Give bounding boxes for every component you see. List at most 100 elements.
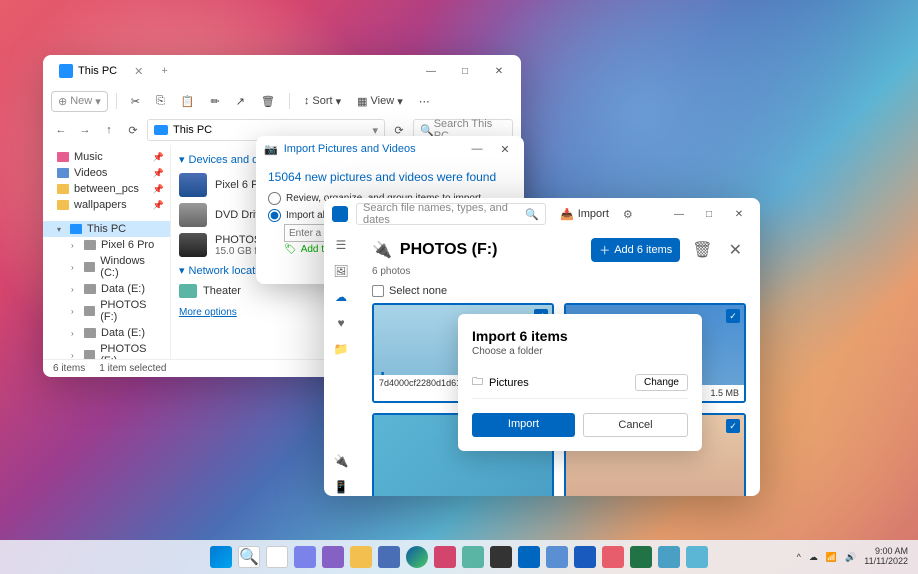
more-button[interactable]: ⋯ [413,92,436,111]
forward-button[interactable]: → [75,124,95,136]
new-tab-button[interactable]: + [161,65,167,77]
app-icon-8[interactable] [602,546,624,568]
start-button[interactable] [210,546,232,568]
nav-menu-icon[interactable]: ☰ [332,236,350,254]
close-button[interactable]: ✕ [485,61,513,81]
nav-folders-icon[interactable]: 📁 [332,340,350,358]
add-items-button[interactable]: ＋Add 6 items [591,238,680,262]
tray-chevron-icon[interactable]: ^ [797,552,801,562]
app-icon-4[interactable] [490,546,512,568]
app-icon-10[interactable] [658,546,680,568]
sidebar-item-photos-f[interactable]: ›PHOTOS (F:) [43,297,170,325]
music-icon [57,152,69,162]
photos-search[interactable]: Search file names, types, and dates 🔍 [356,203,546,225]
sidebar-item-videos[interactable]: Videos📌 [43,165,170,181]
app-icon-9[interactable] [630,546,652,568]
tray-volume-icon[interactable]: 🔊 [845,552,856,563]
back-button[interactable]: ← [51,124,71,136]
delete-icon[interactable]: 🗑 [688,240,716,260]
history-button[interactable]: ⟳ [123,124,143,137]
share-button[interactable]: ↗ [230,92,251,111]
drive-icon [84,262,96,272]
sidebar-item-this-pc[interactable]: ▾This PC [43,221,170,237]
app-icon-3[interactable] [462,546,484,568]
photos-title: PHOTOS (F:) [400,241,497,259]
rename-button[interactable]: ✏ [205,92,226,111]
change-button[interactable]: Change [635,374,688,391]
this-pc-icon [70,224,82,234]
sidebar-item-photos-f2[interactable]: ›PHOTOS (F:) [43,341,170,359]
tray-onedrive-icon[interactable]: ☁ [809,552,818,563]
modal-title: Import 6 items [472,328,688,346]
app-icon-6[interactable] [546,546,568,568]
close-panel-icon[interactable]: ✕ [725,240,746,260]
app-icon-2[interactable] [434,546,456,568]
close-button[interactable]: ✕ [726,209,752,220]
maximize-button[interactable]: □ [451,61,479,81]
more-options-link[interactable]: More options [179,301,237,318]
refresh-button[interactable]: ⟳ [389,124,409,137]
paste-button[interactable]: 📋 [175,92,201,111]
minimize-button[interactable]: — [666,209,692,220]
drive-icon [84,284,96,294]
radio-import-all[interactable] [268,209,281,222]
minimize-button[interactable]: — [466,143,488,156]
sidebar-item-between-pcs[interactable]: between_pcs📌 [43,181,170,197]
select-none-row[interactable]: Select none [372,283,746,299]
search-icon: 🔍 [420,124,434,137]
nav-onedrive-icon[interactable]: ☁ [332,288,350,306]
close-button[interactable]: ✕ [494,143,516,156]
new-button[interactable]: ⊕ New ▾ [51,91,108,112]
copy-button[interactable]: ⎘ [150,92,171,111]
usb-icon: 🔌 [372,240,392,260]
cancel-button[interactable]: Cancel [583,413,688,437]
search-icon[interactable]: 🔍 [238,546,260,568]
checkbox-checked-icon[interactable]: ✓ [726,309,740,323]
clock[interactable]: 9:00 AM 11/11/2022 [864,547,908,567]
computer-icon [179,284,197,298]
import-title: Import Pictures and Videos [284,143,416,155]
nav-all-photos-icon[interactable]: 🖼 [332,262,350,280]
tray-network-icon[interactable]: 📶 [826,552,837,563]
taskbar-center: 🔍 [210,546,708,568]
app-icon-5[interactable] [518,546,540,568]
nav-favorites-icon[interactable]: ♥ [332,314,350,332]
sidebar-item-wallpapers[interactable]: wallpapers📌 [43,197,170,213]
pin-icon: 📌 [153,168,164,179]
chat-icon[interactable] [294,546,316,568]
found-message: 15064 new pictures and videos were found [268,168,512,190]
this-pc-icon [154,125,168,135]
file-explorer-icon[interactable] [350,546,372,568]
import-button[interactable]: 📥Import [554,208,615,221]
delete-button[interactable]: 🗑 [255,92,281,111]
app-icon-1[interactable] [322,546,344,568]
import-confirm-button[interactable]: Import [472,413,575,437]
sidebar-item-data-e2[interactable]: ›Data (E:) [43,325,170,341]
up-button[interactable]: ↑ [99,124,119,136]
sidebar-item-pixel[interactable]: ›Pixel 6 Pro [43,237,170,253]
minimize-button[interactable]: — [417,61,445,81]
view-button[interactable]: ▦ View ▾ [351,92,409,111]
nav-device-icon[interactable]: 📱 [332,478,350,496]
close-tab-icon[interactable]: ✕ [134,65,143,78]
checkbox-checked-icon[interactable]: ✓ [726,419,740,433]
edge-icon[interactable] [406,546,428,568]
cut-button[interactable]: ✂ [125,92,146,111]
sidebar-item-windows-c[interactable]: ›Windows (C:) [43,253,170,281]
sort-button[interactable]: ↕ Sort ▾ [298,92,347,111]
maximize-button[interactable]: □ [696,209,722,220]
app-icon-11[interactable] [686,546,708,568]
settings-icon[interactable] [378,546,400,568]
radio-review[interactable] [268,192,281,205]
explorer-tab[interactable]: This PC ✕ [51,60,151,82]
nav-external-icon[interactable]: 🔌 [332,452,350,470]
settings-icon[interactable]: ⚙ [623,208,633,221]
sidebar-item-data-e[interactable]: ›Data (E:) [43,281,170,297]
search-placeholder: Search file names, types, and dates [363,202,521,226]
task-view-icon[interactable] [266,546,288,568]
photos-subtitle: 6 photos [372,266,746,283]
phone-icon [179,173,207,197]
sidebar-item-music[interactable]: Music📌 [43,149,170,165]
app-icon-7[interactable] [574,546,596,568]
checkbox-icon[interactable] [372,285,384,297]
